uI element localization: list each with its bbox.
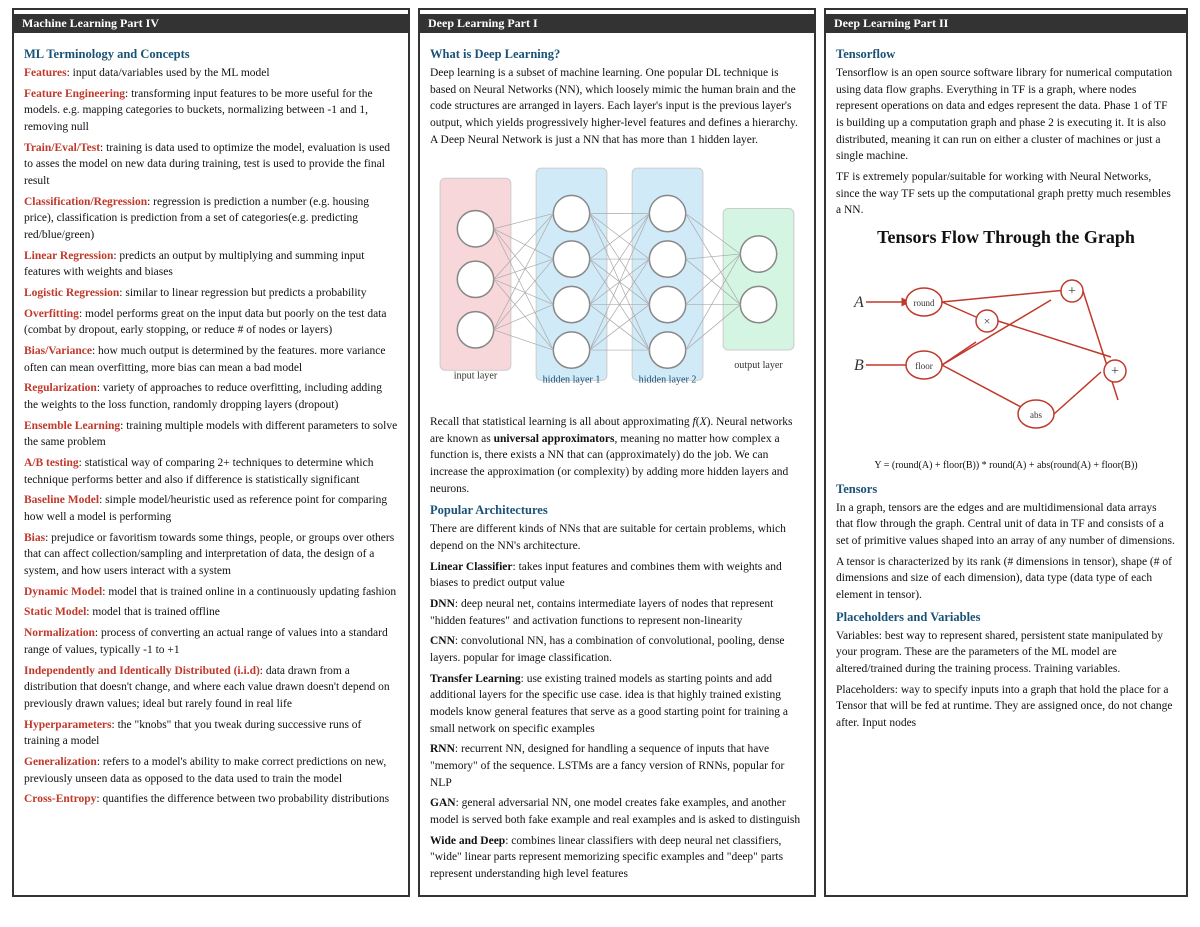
nn-diagram: input layer hidden layer 1 hidden layer … xyxy=(430,158,804,404)
tf-text2: TF is extremely popular/suitable for wor… xyxy=(836,169,1176,219)
term-bias-var: Bias/Variance: how much output is determ… xyxy=(24,343,398,376)
term-hyper: Hyperparameters: the "knobs" that you tw… xyxy=(24,717,398,750)
term-features-label: Features xyxy=(24,67,67,79)
svg-text:input layer: input layer xyxy=(454,371,498,382)
panel2-heading2: Popular Architectures xyxy=(430,503,804,518)
term-ab: A/B testing: statistical way of comparin… xyxy=(24,455,398,488)
term-gen: Generalization: refers to a model's abil… xyxy=(24,754,398,787)
term-linreg-label: Linear Regression xyxy=(24,250,113,262)
term-fe-label: Feature Engineering xyxy=(24,88,125,100)
arch-transfer-label: Transfer Learning xyxy=(430,673,521,685)
term-train: Train/Eval/Test: training is data used t… xyxy=(24,140,398,190)
tensors-text2: A tensor is characterized by its rank (#… xyxy=(836,554,1176,604)
term-ce: Cross-Entropy: quantifies the difference… xyxy=(24,791,398,808)
term-linear-reg: Linear Regression: predicts an output by… xyxy=(24,248,398,281)
term-bias: Bias: prejudice or favoritism towards so… xyxy=(24,530,398,580)
svg-text:round: round xyxy=(914,298,935,308)
panel3-title: Deep Learning Part II xyxy=(826,14,1186,33)
term-norm-label: Normalization xyxy=(24,627,95,639)
tf-graph-title: Tensors Flow Through the Graph xyxy=(836,227,1176,248)
term-ensemble: Ensemble Learning: training multiple mod… xyxy=(24,418,398,451)
panel-dl1: Deep Learning Part I What is Deep Learni… xyxy=(418,8,816,897)
tensors-text1: In a graph, tensors are the edges and ar… xyxy=(836,500,1176,550)
term-iid-label: Independently and Identically Distribute… xyxy=(24,665,260,677)
panel2-heading1: What is Deep Learning? xyxy=(430,47,804,62)
variables-text: Variables: best way to represent shared,… xyxy=(836,628,1176,678)
panel2-title: Deep Learning Part I xyxy=(420,14,814,33)
panel3-heading1: Tensorflow xyxy=(836,47,1176,62)
term-hyper-label: Hyperparameters xyxy=(24,719,112,731)
arch-dnn-label: DNN xyxy=(430,598,455,610)
nn-svg: input layer hidden layer 1 hidden layer … xyxy=(430,158,804,401)
term-baseline-label: Baseline Model xyxy=(24,494,99,506)
svg-text:+: + xyxy=(1111,364,1119,379)
term-overfitting: Overfitting: model performs great on the… xyxy=(24,306,398,339)
tf-equation: Y = (round(A) + floor(B)) * round(A) + a… xyxy=(836,459,1176,474)
svg-text:hidden layer 2: hidden layer 2 xyxy=(639,375,697,386)
recall-text: Recall that statistical learning is all … xyxy=(430,414,804,497)
panel3-heading3: Placeholders and Variables xyxy=(836,610,1176,625)
term-regularization: Regularization: variety of approaches to… xyxy=(24,380,398,413)
term-iid: Independently and Identically Distribute… xyxy=(24,663,398,713)
term-dynamic-label: Dynamic Model xyxy=(24,586,102,598)
svg-text:output layer: output layer xyxy=(734,361,783,372)
term-baseline: Baseline Model: simple model/heuristic u… xyxy=(24,492,398,525)
term-static: Static Model: model that is trained offl… xyxy=(24,604,398,621)
tf-graph-container: Tensors Flow Through the Graph A round × xyxy=(836,227,1176,474)
term-class-reg: Classification/Regression: regression is… xyxy=(24,194,398,244)
tf-graph-svg: A round × B floor xyxy=(836,252,1176,452)
arch-rnn-label: RNN xyxy=(430,743,455,755)
arch-cnn-label: CNN xyxy=(430,635,455,647)
term-train-label: Train/Eval/Test xyxy=(24,142,100,154)
arch-linear: Linear Classifier: takes input features … xyxy=(430,559,804,592)
arch-intro: There are different kinds of NNs that ar… xyxy=(430,521,804,554)
arch-cnn: CNN: convolutional NN, has a combination… xyxy=(430,633,804,666)
svg-text:hidden layer 1: hidden layer 1 xyxy=(543,375,601,386)
svg-text:×: × xyxy=(984,314,991,328)
tf-text1: Tensorflow is an open source software li… xyxy=(836,65,1176,165)
arch-rnn: RNN: recurrent NN, designed for handling… xyxy=(430,741,804,791)
arch-gan-label: GAN xyxy=(430,797,456,809)
term-static-label: Static Model xyxy=(24,606,86,618)
svg-text:abs: abs xyxy=(1030,410,1042,420)
page-container: Machine Learning Part IV ML Terminology … xyxy=(0,0,1200,905)
arch-gan: GAN: general adversarial NN, one model c… xyxy=(430,795,804,828)
term-ensemble-label: Ensemble Learning xyxy=(24,420,120,432)
term-reg-label: Regularization xyxy=(24,382,97,394)
arch-dnn: DNN: deep neural net, contains intermedi… xyxy=(430,596,804,629)
placeholders-text: Placeholders: way to specify inputs into… xyxy=(836,682,1176,732)
term-ce-label: Cross-Entropy xyxy=(24,793,96,805)
panel1-title: Machine Learning Part IV xyxy=(14,14,408,33)
svg-text:+: + xyxy=(1068,284,1076,299)
term-classreg-label: Classification/Regression xyxy=(24,196,147,208)
term-dynamic: Dynamic Model: model that is trained onl… xyxy=(24,584,398,601)
arch-transfer: Transfer Learning: use existing trained … xyxy=(430,671,804,738)
panel-ml: Machine Learning Part IV ML Terminology … xyxy=(12,8,410,897)
panel-dl2: Deep Learning Part II Tensorflow Tensorf… xyxy=(824,8,1188,897)
term-ab-label: A/B testing xyxy=(24,457,79,469)
term-norm: Normalization: process of converting an … xyxy=(24,625,398,658)
term-logreg-label: Logistic Regression xyxy=(24,287,119,299)
term-feature-eng: Feature Engineering: transforming input … xyxy=(24,86,398,136)
term-features: Features: input data/variables used by t… xyxy=(24,65,398,82)
dl-intro: Deep learning is a subset of machine lea… xyxy=(430,65,804,148)
arch-wide: Wide and Deep: combines linear classifie… xyxy=(430,833,804,883)
panel1-heading1: ML Terminology and Concepts xyxy=(24,47,398,62)
svg-text:B: B xyxy=(854,357,864,374)
arch-linear-label: Linear Classifier xyxy=(430,561,513,573)
term-bias-label: Bias xyxy=(24,532,45,544)
panel3-heading2: Tensors xyxy=(836,482,1176,497)
term-gen-label: Generalization xyxy=(24,756,97,768)
svg-text:floor: floor xyxy=(915,361,933,371)
term-logistic-reg: Logistic Regression: similar to linear r… xyxy=(24,285,398,302)
svg-text:A: A xyxy=(853,294,864,311)
term-overfit-label: Overfitting xyxy=(24,308,79,320)
term-biasvar-label: Bias/Variance xyxy=(24,345,92,357)
arch-wide-label: Wide and Deep xyxy=(430,835,505,847)
